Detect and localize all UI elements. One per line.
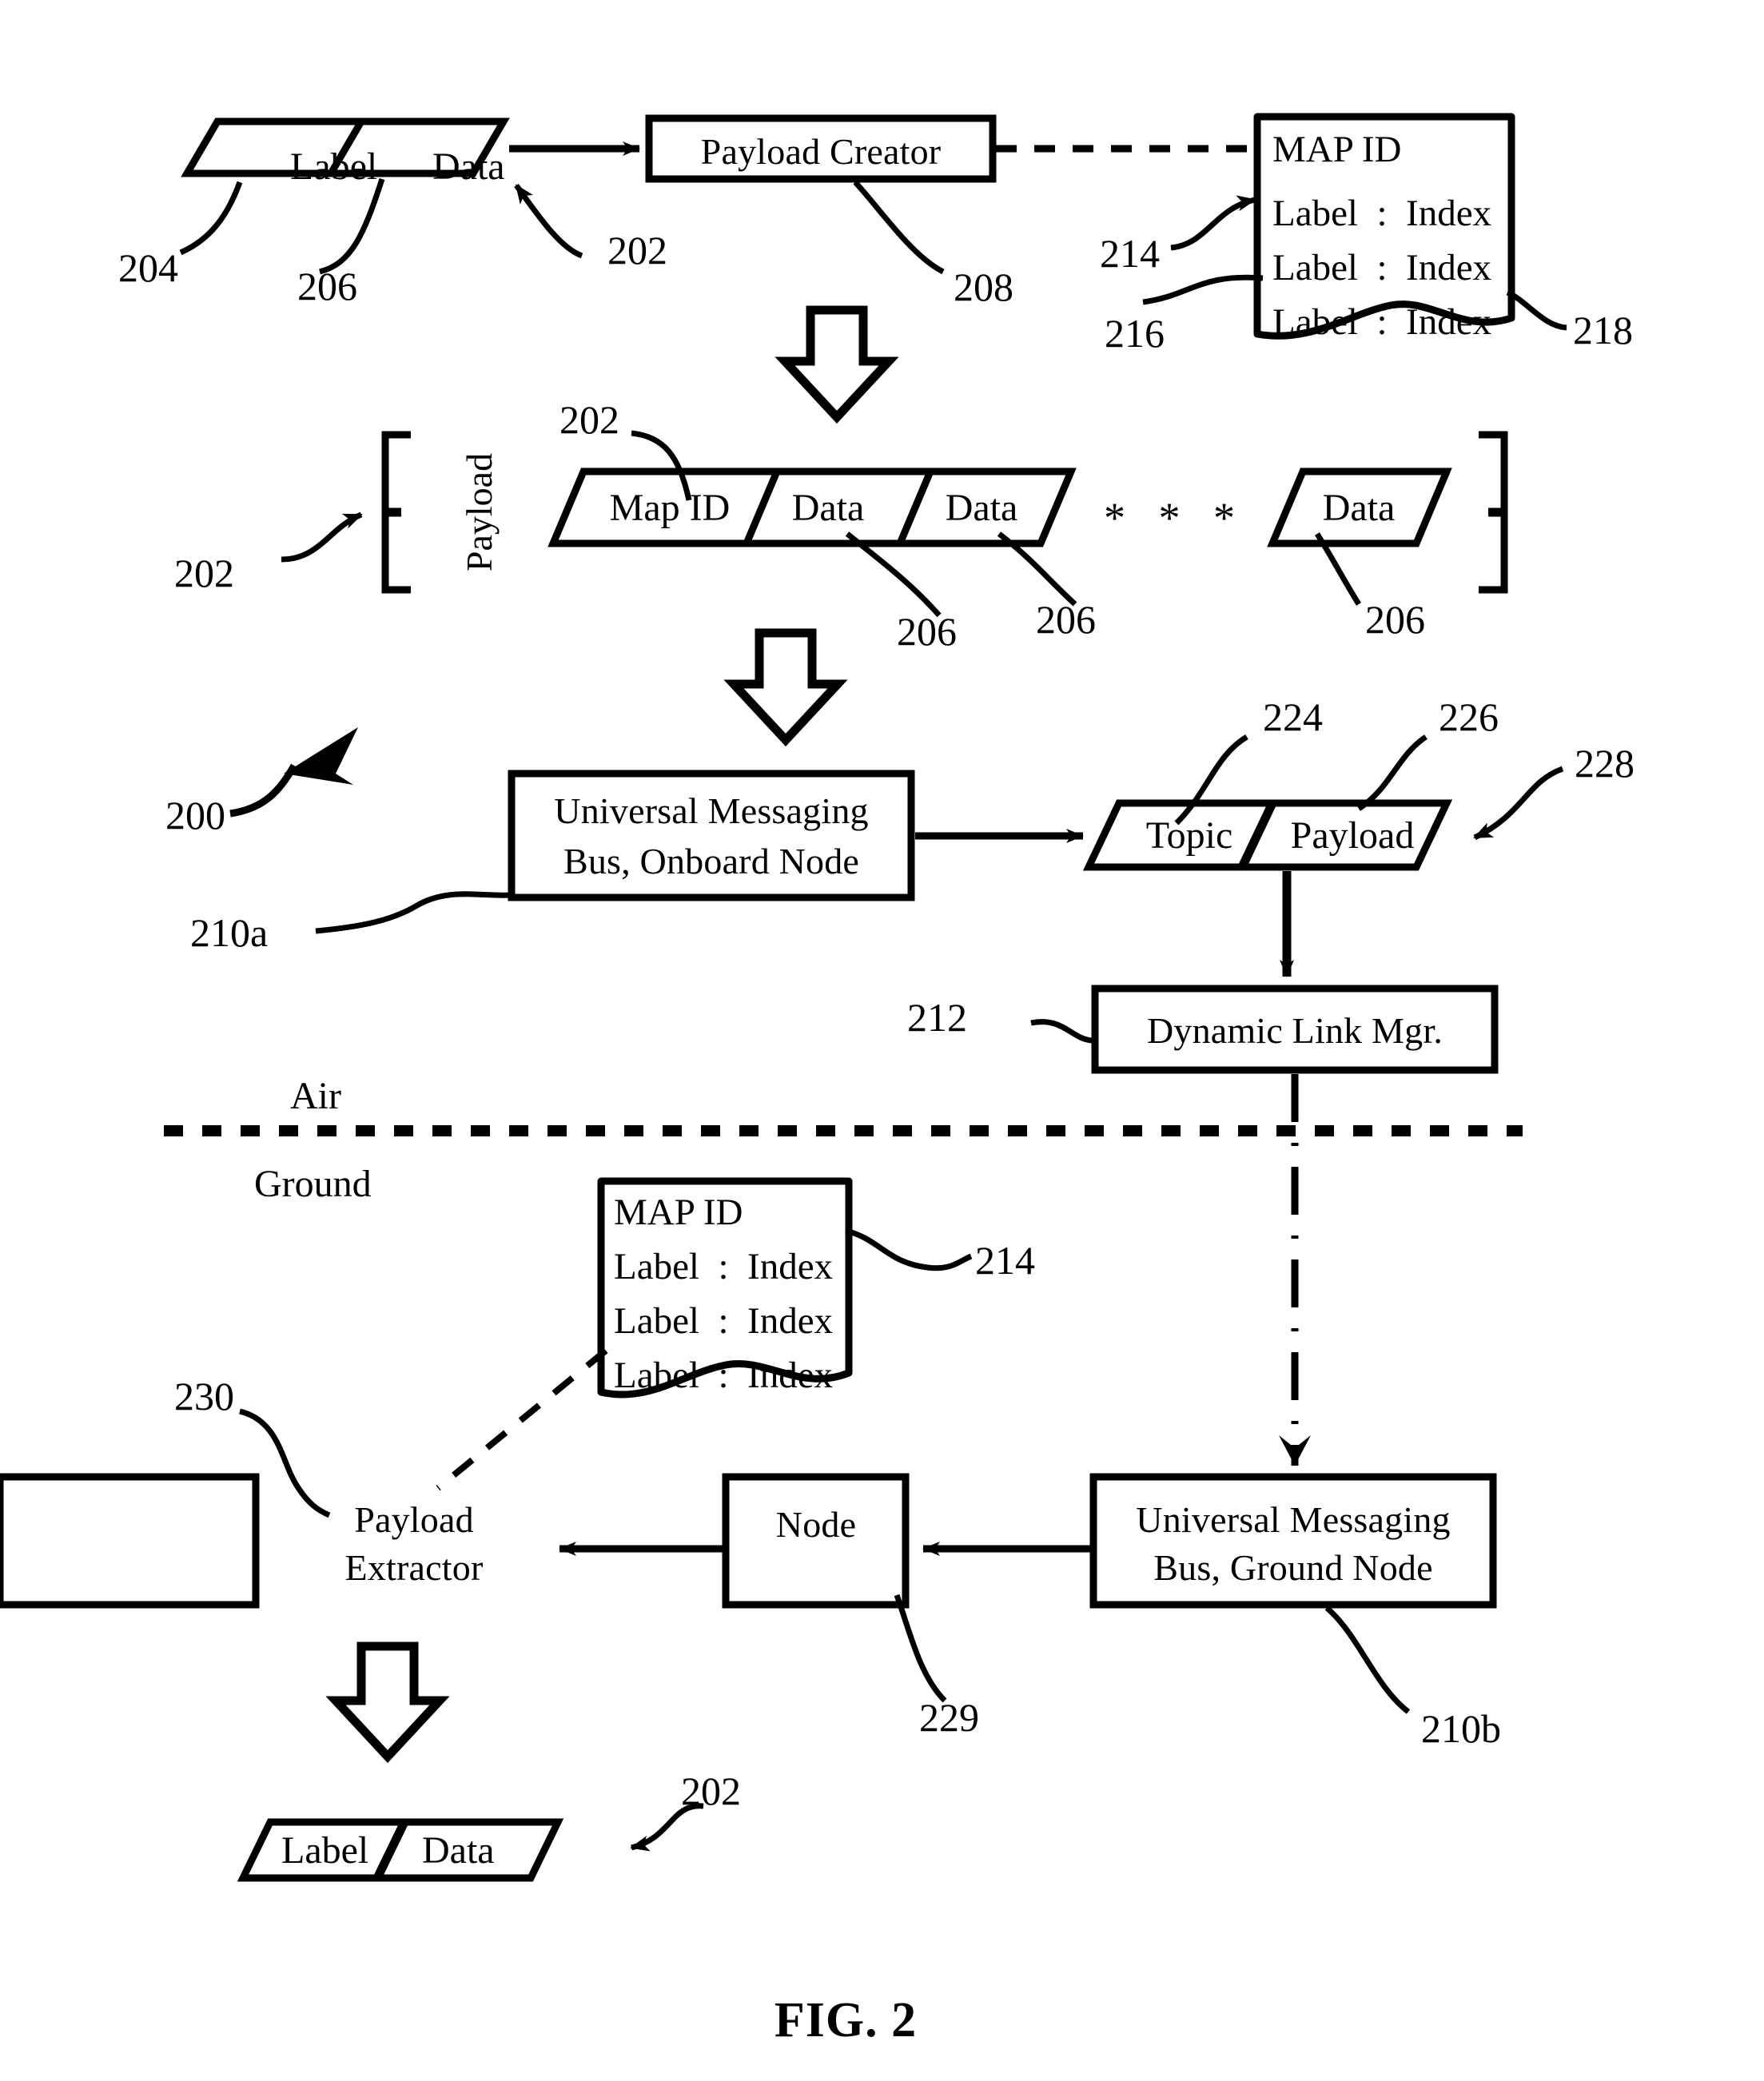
leader-206-c <box>1315 532 1361 606</box>
leader-208 <box>853 180 945 275</box>
ref-230: 230 <box>174 1374 234 1419</box>
ref-228: 228 <box>1575 741 1635 786</box>
dashed-link-map-to-extractor <box>436 1347 608 1491</box>
output-cell-label-text: Label <box>281 1829 369 1872</box>
ref-218: 218 <box>1573 308 1633 352</box>
ref-208: 208 <box>954 265 1013 309</box>
ground-bus-line1[interactable]: Universal Messaging <box>1136 1502 1450 1538</box>
leader-214-ground <box>845 1228 973 1271</box>
ref-210b: 210b <box>1421 1706 1501 1751</box>
payload-cell-data-1-text: Data <box>945 487 1018 529</box>
dynamic-link-mgr-label[interactable]: Dynamic Link Mgr. <box>1147 1013 1443 1049</box>
onboard-bus-line1[interactable]: Universal Messaging <box>554 793 868 830</box>
ref-226: 226 <box>1439 694 1499 739</box>
map-table-row-1-ground: Label : Index <box>614 1300 834 1342</box>
ref-224: 224 <box>1263 694 1323 739</box>
input-cell-data-text: Data <box>432 145 505 188</box>
leader-202-top <box>514 183 583 259</box>
map-table-row-0-ground: Label : Index <box>614 1246 834 1287</box>
map-table-row-0-top: Label : Index <box>1272 193 1492 234</box>
ref-210a: 210a <box>190 910 269 955</box>
leader-230 <box>239 1408 331 1518</box>
payload-bracket-label: Payload <box>459 452 500 572</box>
map-table-row-1-top: Label : Index <box>1272 247 1492 288</box>
topic-cell-text: Topic <box>1145 814 1233 857</box>
leader-224 <box>1174 734 1248 826</box>
input-cell-label-text: Label <box>290 145 378 188</box>
ref-202-mapid: 202 <box>559 397 619 442</box>
ref-206-payload-0: 206 <box>897 609 957 654</box>
payload-cell-data-0-text: Data <box>791 487 865 529</box>
onboard-bus-line2[interactable]: Bus, Onboard Node <box>563 843 859 880</box>
ref-202-output: 202 <box>681 1769 741 1813</box>
block-arrow-down-2 <box>723 628 848 747</box>
leader-206 <box>319 177 385 275</box>
ref-214-ground: 214 <box>975 1238 1035 1283</box>
diagram-vector-layer <box>0 113 1567 1882</box>
leader-216 <box>1142 274 1264 305</box>
ground-bus-line2[interactable]: Bus, Ground Node <box>1153 1550 1432 1586</box>
ref-200: 200 <box>165 793 225 838</box>
leader-206-b <box>997 531 1077 607</box>
air-ground-link-arrowhead <box>1279 1435 1311 1466</box>
ref-206-payload-1: 206 <box>1036 597 1096 642</box>
leader-204 <box>179 181 243 256</box>
node-label[interactable]: Node <box>776 1506 856 1543</box>
leader-200 <box>229 763 297 818</box>
payload-ellipsis: * * * <box>1104 494 1246 542</box>
leader-229 <box>894 1594 947 1703</box>
ref-216: 216 <box>1105 311 1165 356</box>
payload-cell-text: Payload <box>1290 814 1415 857</box>
ref-202-payload: 202 <box>174 551 234 595</box>
payload-cell-mapid-text: Map ID <box>609 487 731 529</box>
leader-210a <box>315 891 511 934</box>
payload-creator-label[interactable]: Payload Creator <box>701 133 942 170</box>
map-table-row-2-top: Label : Index <box>1272 301 1492 343</box>
map-table-title-top: MAP ID <box>1272 129 1402 170</box>
payload-extractor-line2[interactable]: Extractor <box>345 1550 484 1586</box>
ref-202-top: 202 <box>607 228 667 273</box>
patent-figure-2: Label Data 204 206 202 Payload Creator 2… <box>0 0 1764 2081</box>
payload-cell-data-2-text: Data <box>1322 487 1396 529</box>
leader-218 <box>1506 289 1567 331</box>
leader-210b <box>1324 1606 1411 1714</box>
leader-214-top <box>1170 195 1256 251</box>
block-arrow-down-1 <box>774 305 899 424</box>
payload-extractor-line1[interactable]: Payload <box>354 1502 474 1538</box>
region-label-ground: Ground <box>254 1163 372 1205</box>
leader-200-arrowhead <box>284 727 358 785</box>
leader-202-payload <box>281 511 363 563</box>
map-table-title-ground: MAP ID <box>614 1192 743 1233</box>
payload-extractor-box-shape <box>0 1473 260 1609</box>
leader-228 <box>1473 766 1564 841</box>
figure-caption: FIG. 2 <box>774 1993 918 2047</box>
map-table-row-2-ground: Label : Index <box>614 1355 834 1396</box>
leader-226 <box>1357 734 1428 811</box>
ref-229: 229 <box>919 1695 979 1740</box>
ref-212: 212 <box>907 995 967 1040</box>
block-arrow-down-3 <box>325 1641 450 1764</box>
ref-214-top: 214 <box>1100 231 1160 276</box>
ref-206-payload-2: 206 <box>1365 597 1425 642</box>
payload-bracket-left <box>381 431 411 594</box>
leader-212 <box>1030 1019 1093 1044</box>
leader-206-a <box>845 531 942 618</box>
ref-204: 204 <box>118 245 178 290</box>
region-label-air: Air <box>290 1075 341 1117</box>
output-cell-data-text: Data <box>422 1829 495 1872</box>
ref-206-top: 206 <box>297 264 357 308</box>
payload-bracket-right <box>1479 431 1508 594</box>
